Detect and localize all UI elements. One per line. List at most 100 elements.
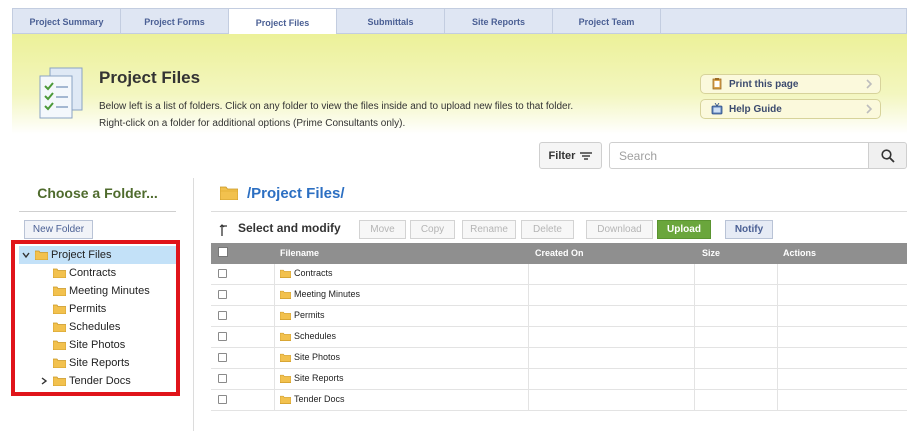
tree-item-label: Permits: [69, 303, 107, 315]
folder-icon: [53, 340, 66, 350]
file-link[interactable]: Meeting Minutes: [280, 289, 360, 299]
filter-button[interactable]: Filter: [539, 142, 602, 169]
search-button[interactable]: [868, 142, 907, 169]
tree-item-site-reports[interactable]: Site Reports: [53, 354, 130, 372]
tree-item-label: Contracts: [69, 267, 117, 279]
search-icon: [880, 148, 895, 163]
delete-button[interactable]: Delete: [521, 220, 574, 239]
folder-icon: [280, 311, 291, 320]
tab-project-team[interactable]: Project Team: [553, 9, 661, 34]
folder-icon: [53, 322, 66, 332]
page: Project Summary Project Forms Project Fi…: [0, 0, 922, 431]
file-table: Contracts Meeting Minutes Permits Schedu…: [211, 264, 907, 411]
row-checkbox[interactable]: [218, 395, 227, 404]
description-line-2: Right-click on a folder for additional o…: [99, 118, 406, 129]
select-all-checkbox[interactable]: [218, 247, 228, 257]
tab-site-reports[interactable]: Site Reports: [445, 9, 553, 34]
column-filename[interactable]: Filename: [280, 248, 319, 258]
print-page-button[interactable]: Print this page: [700, 74, 881, 94]
table-row: Meeting Minutes: [211, 285, 907, 306]
copy-button[interactable]: Copy: [410, 220, 455, 239]
notify-button[interactable]: Notify: [725, 220, 773, 239]
chevron-right-icon[interactable]: [37, 374, 51, 388]
column-actions: Actions: [783, 248, 817, 258]
chevron-right-icon: [866, 104, 873, 114]
tree-item-tender-docs[interactable]: Tender Docs: [37, 372, 131, 390]
tab-project-files[interactable]: Project Files: [229, 9, 337, 36]
file-name: Permits: [294, 310, 325, 320]
rename-button[interactable]: Rename: [462, 220, 516, 239]
row-checkbox[interactable]: [218, 311, 227, 320]
tree-item-permits[interactable]: Permits: [53, 300, 106, 318]
row-checkbox[interactable]: [218, 269, 227, 278]
chevron-right-icon: [866, 79, 873, 89]
folder-icon: [53, 304, 66, 314]
documents-icon: [39, 67, 83, 119]
row-checkbox[interactable]: [218, 353, 227, 362]
file-link[interactable]: Tender Docs: [280, 394, 345, 404]
header-banner: Project Files Below left is a list of fo…: [12, 34, 907, 134]
description-line-1: Below left is a list of folders. Click o…: [99, 101, 574, 112]
new-folder-button[interactable]: New Folder: [24, 220, 93, 239]
folder-icon: [280, 332, 291, 341]
folder-icon: [53, 358, 66, 368]
file-link[interactable]: Schedules: [280, 331, 336, 341]
folder-icon: [53, 286, 66, 296]
tree-item-label: Meeting Minutes: [69, 285, 150, 297]
tab-project-summary[interactable]: Project Summary: [13, 9, 121, 34]
file-link[interactable]: Contracts: [280, 268, 333, 278]
tree-item-schedules[interactable]: Schedules: [53, 318, 120, 336]
tree-item-label: Site Reports: [69, 357, 130, 369]
tree-item-site-photos[interactable]: Site Photos: [53, 336, 125, 354]
print-page-label: Print this page: [729, 78, 799, 90]
row-checkbox[interactable]: [218, 290, 227, 299]
table-header: Filename Created On Size Actions: [211, 243, 907, 264]
divider: [19, 211, 176, 212]
table-row: Tender Docs: [211, 390, 907, 411]
download-button[interactable]: Download: [586, 220, 653, 239]
move-button[interactable]: Move: [359, 220, 406, 239]
help-guide-button[interactable]: Help Guide: [700, 99, 881, 119]
folder-icon: [280, 269, 291, 278]
column-created-on[interactable]: Created On: [535, 248, 584, 258]
folder-tree: Project Files Contracts Meeting Minutes …: [11, 240, 180, 396]
choose-folder-title: Choose a Folder...: [37, 185, 158, 201]
select-and-modify-label: Select and modify: [238, 221, 341, 235]
folder-icon: [280, 374, 291, 383]
row-checkbox[interactable]: [218, 374, 227, 383]
file-name: Contracts: [294, 268, 333, 278]
table-row: Schedules: [211, 327, 907, 348]
file-link[interactable]: Permits: [280, 310, 325, 320]
page-title: Project Files: [99, 68, 201, 87]
folder-icon: [280, 290, 291, 299]
search-input[interactable]: [609, 142, 869, 169]
filter-icon: [580, 151, 593, 160]
table-row: Site Photos: [211, 348, 907, 369]
file-name: Site Photos: [294, 352, 341, 362]
help-guide-label: Help Guide: [729, 103, 782, 115]
page-description: Below left is a list of folders. Click o…: [99, 98, 659, 132]
tab-submittals[interactable]: Submittals: [337, 9, 445, 34]
tree-item-contracts[interactable]: Contracts: [53, 264, 116, 282]
filter-label: Filter: [548, 149, 576, 162]
file-name: Meeting Minutes: [294, 289, 361, 299]
tab-project-forms[interactable]: Project Forms: [121, 9, 229, 34]
tree-item-project-files[interactable]: Project Files: [19, 246, 176, 264]
table-row: Permits: [211, 306, 907, 327]
column-size[interactable]: Size: [702, 248, 720, 258]
file-name: Tender Docs: [294, 394, 345, 404]
file-link[interactable]: Site Reports: [280, 373, 344, 383]
clipboard-icon: [712, 78, 722, 90]
current-path[interactable]: /Project Files/: [247, 185, 345, 202]
select-arrow-icon: [219, 224, 227, 236]
tree-item-meeting-minutes[interactable]: Meeting Minutes: [53, 282, 150, 300]
divider: [211, 211, 907, 212]
panel-divider: [193, 178, 194, 431]
file-name: Site Reports: [294, 373, 344, 383]
file-link[interactable]: Site Photos: [280, 352, 340, 362]
chevron-down-icon[interactable]: [19, 248, 33, 262]
upload-button[interactable]: Upload: [657, 220, 711, 239]
folder-icon: [53, 376, 66, 386]
folder-icon: [53, 268, 66, 278]
row-checkbox[interactable]: [218, 332, 227, 341]
